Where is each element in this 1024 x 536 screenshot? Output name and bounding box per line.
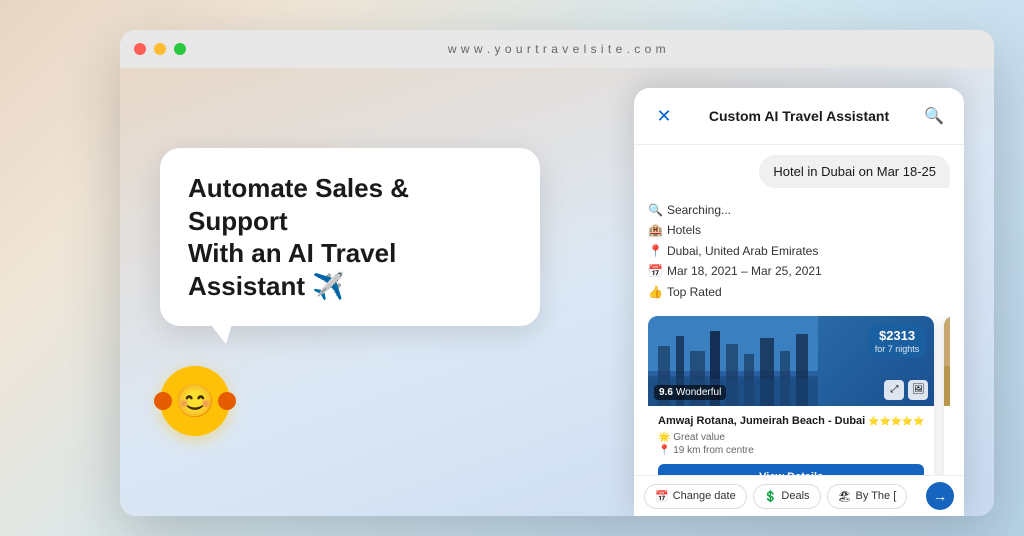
close-icon: ✕ [656,107,671,125]
hero-area: Automate Sales & SupportWith an AI Trave… [120,68,634,516]
calendar-emoji: 📅 [648,261,663,281]
change-date-chip[interactable]: 📅 Change date [644,484,747,509]
by-the-chip[interactable]: 🏖 By The [ [827,484,908,509]
browser-window: w w w . y o u r t r a v e l s i t e . c … [120,30,994,516]
hotel-1-price-badge: $2313 for 7 nights [868,324,927,358]
ai-line-1: 🔍 Searching... [648,200,950,220]
hotel-1-badge2: 📍 19 km from centre [658,445,754,456]
chatbot-emoji: 😊 [175,382,215,420]
user-message: Hotel in Dubai on Mar 18-25 [759,155,950,188]
ai-line-4: 📅 Mar 18, 2021 – Mar 25, 2021 [648,261,950,281]
by-the-label: By The [ [856,490,897,502]
hotel-1-distance: 📍 19 km from centre [658,445,924,456]
deals-label: Deals [781,490,809,502]
url-bar[interactable]: w w w . y o u r t r a v e l s i t e . c … [448,42,666,56]
hotel-card-2[interactable]: → 9.5 Wonderful Sofitel Dubai Jumeirah B… [944,316,950,475]
hotel-1-rating-num: 9.6 [659,387,673,398]
hotel-card-2-image: → 9.5 Wonderful [944,316,950,406]
hotel-1-value: 🌟 Great value [658,432,924,443]
hotel-image-sofitel [944,316,950,406]
hotel-1-price: $2313 [875,328,920,344]
ai-line-2: 🏨 Hotels [648,220,950,240]
search-icon: 🔍 [924,106,944,126]
dates-text: Mar 18, 2021 – Mar 25, 2021 [667,261,822,281]
hotels-text: Hotels [667,220,701,240]
hotel-cards-section: $2313 for 7 nights 9.6 Wonderful ⤢ 🖼 [634,310,964,475]
ai-response: 🔍 Searching... 🏨 Hotels 📍 Dubai, United … [634,194,964,310]
hotel-1-rating-badge: 9.6 Wonderful [654,385,726,400]
hotel-1-stars: ⭐⭐⭐⭐⭐ [868,416,924,426]
chatbot-avatar: 😊 [160,366,230,436]
thumbsup-emoji: 👍 [648,282,663,302]
hotel-1-name: Amwaj Rotana, Jumeirah Beach - Dubai ⭐⭐⭐… [658,414,924,428]
beach-chip-icon: 🏖 [838,490,852,503]
ai-line-5: 👍 Top Rated [648,282,950,302]
hotel-1-rating-label: Wonderful [676,387,721,398]
hotel-cards-scroll: $2313 for 7 nights 9.6 Wonderful ⤢ 🖼 [648,316,950,475]
arrow-icon: → [933,488,947,504]
hotel-1-body: Amwaj Rotana, Jumeirah Beach - Dubai ⭐⭐⭐… [648,406,934,475]
hotel-1-photo-icon[interactable]: 🖼 [908,380,928,400]
window-close-dot[interactable] [134,43,146,55]
ai-line-3: 📍 Dubai, United Arab Emirates [648,241,950,261]
window-minimize-dot[interactable] [154,43,166,55]
searching-text: Searching... [667,200,731,220]
browser-content: Automate Sales & SupportWith an AI Trave… [120,68,994,516]
hotel-card-1-image: $2313 for 7 nights 9.6 Wonderful ⤢ 🖼 [648,316,934,406]
search-emoji: 🔍 [648,200,663,220]
chat-panel: ✕ Custom AI Travel Assistant 🔍 Hotel in … [634,88,964,516]
change-date-label: Change date [673,490,736,502]
chat-search-button[interactable]: 🔍 [920,102,948,130]
hotel-2-body: Sofitel Dubai Jumeirah Beach 🌟 Great val… [944,406,950,475]
chat-title: Custom AI Travel Assistant [678,108,920,124]
top-rated-text: Top Rated [667,282,722,302]
chat-bottom-chips: 📅 Change date 💲 Deals 🏖 By The [ → [634,475,964,516]
window-maximize-dot[interactable] [174,43,186,55]
location-text: Dubai, United Arab Emirates [667,241,818,261]
hotel-1-card-icons: ⤢ 🖼 [884,380,928,400]
user-message-container: Hotel in Dubai on Mar 18-25 [634,145,964,194]
speech-bubble: Automate Sales & SupportWith an AI Trave… [160,148,540,326]
hotel-1-fullscreen-icon[interactable]: ⤢ [884,380,904,400]
chat-close-button[interactable]: ✕ [650,102,678,130]
pin-emoji: 📍 [648,241,663,261]
hero-title: Automate Sales & SupportWith an AI Trave… [188,172,512,302]
hotel-1-badge1: 🌟 Great value [658,432,725,443]
hotel-1-price-label: for 7 nights [875,344,920,355]
browser-titlebar: w w w . y o u r t r a v e l s i t e . c … [120,30,994,68]
deals-chip[interactable]: 💲 Deals [753,484,821,509]
hotel-card-1[interactable]: $2313 for 7 nights 9.6 Wonderful ⤢ 🖼 [648,316,934,475]
chips-next-button[interactable]: → [926,482,954,510]
hotel-1-view-details-button[interactable]: View Details [658,464,924,475]
chat-header: ✕ Custom AI Travel Assistant 🔍 [634,88,964,145]
calendar-chip-icon: 📅 [655,490,669,503]
hotel-emoji: 🏨 [648,220,663,240]
deals-chip-icon: 💲 [764,490,778,503]
